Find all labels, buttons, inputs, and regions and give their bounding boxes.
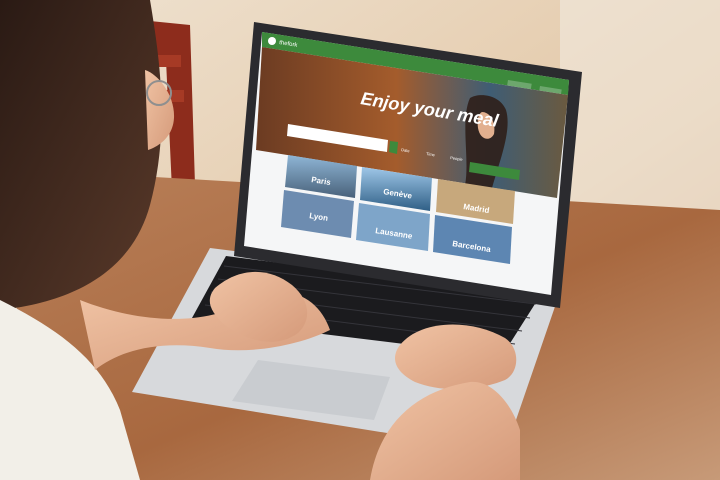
search-icon[interactable] [389, 141, 398, 154]
logo-icon [268, 37, 276, 45]
photo-scene: thefork Enjoy your meal Date Time People… [0, 0, 720, 480]
